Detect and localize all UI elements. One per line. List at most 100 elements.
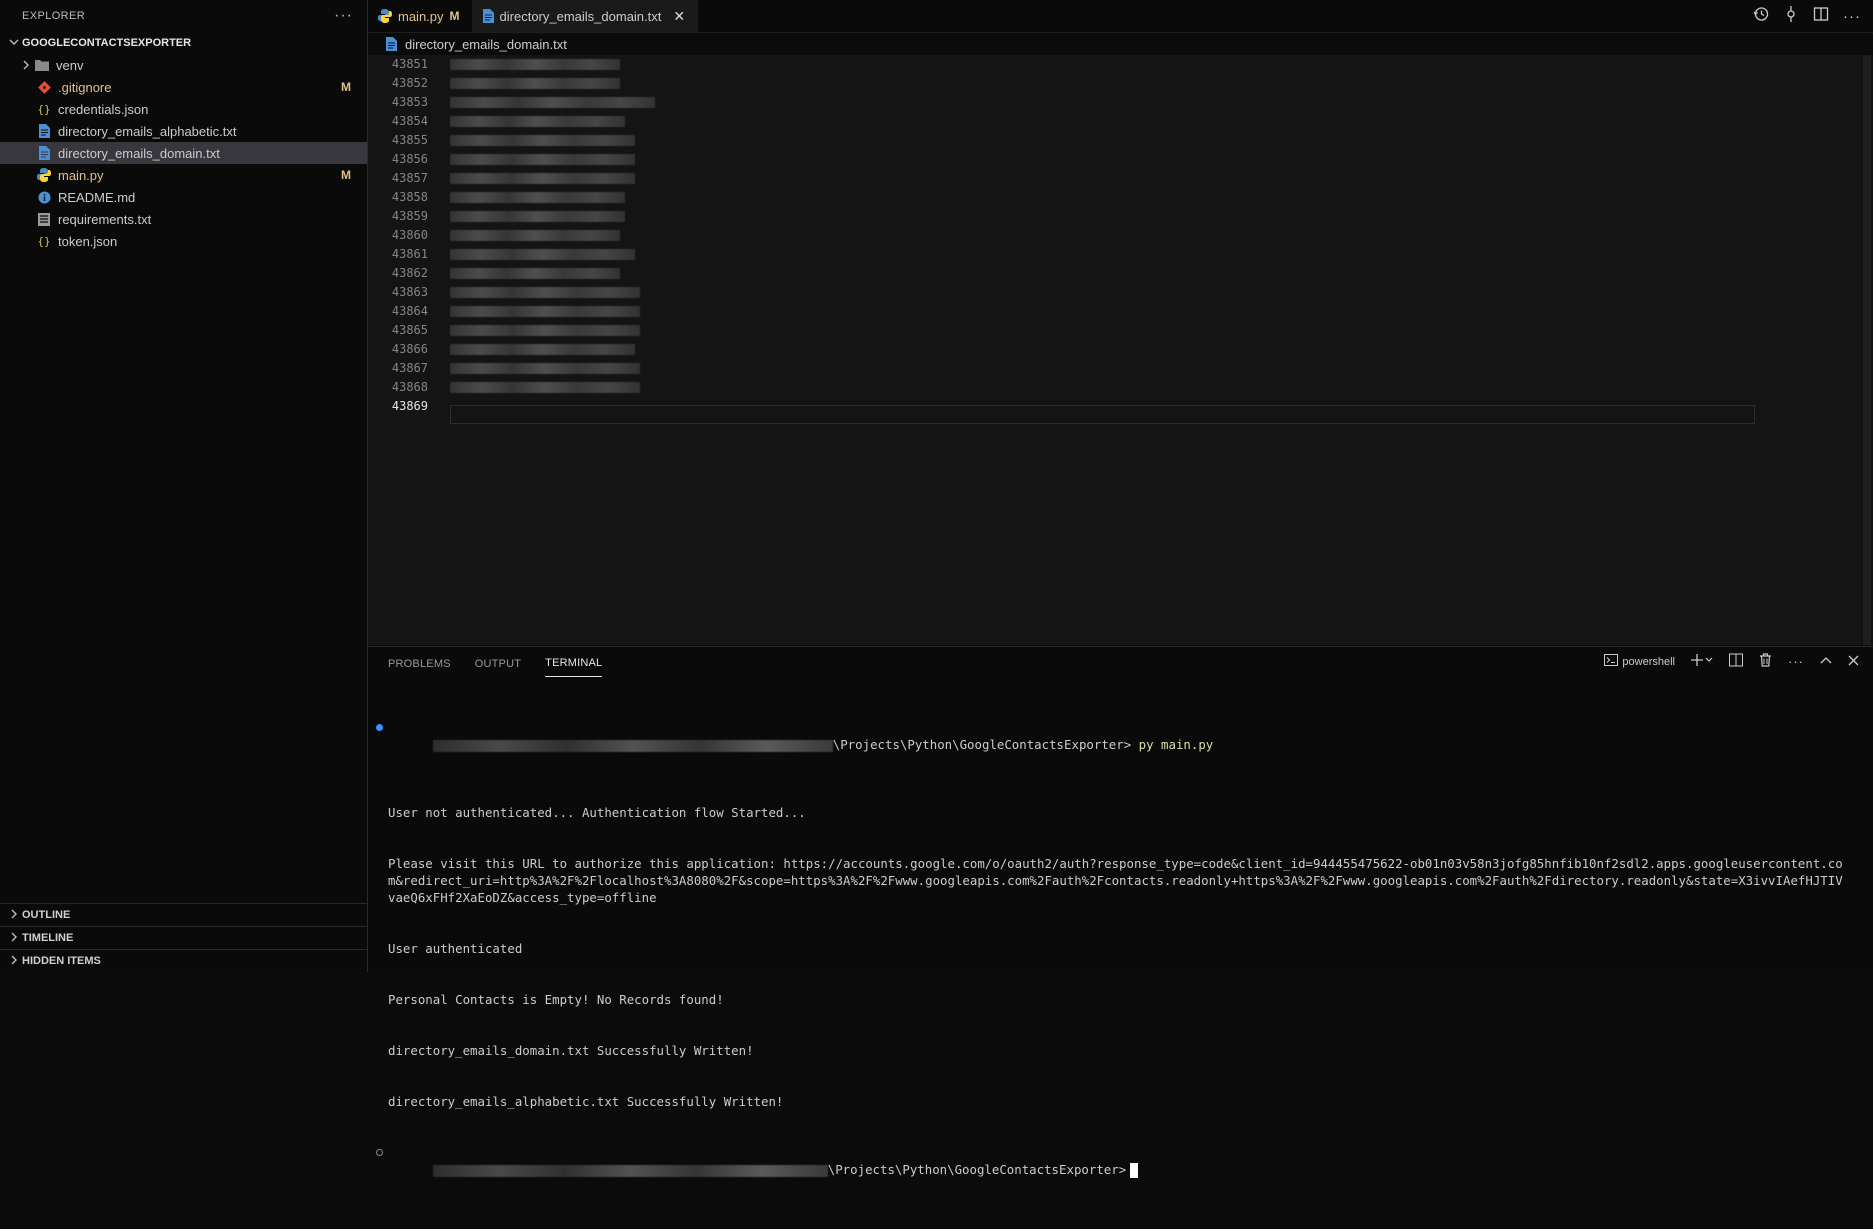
file-tree: venv .gitignore M {} credentials.json di… bbox=[0, 54, 367, 252]
line-number: 43852 bbox=[391, 76, 428, 90]
code-line bbox=[450, 150, 1873, 169]
redacted-text bbox=[450, 382, 640, 393]
terminal-output-line: directory_emails_alphabetic.txt Successf… bbox=[388, 1094, 784, 1109]
redacted-text bbox=[450, 363, 640, 374]
redacted-path bbox=[432, 739, 833, 752]
tab-main-py[interactable]: main.py M bbox=[368, 0, 473, 32]
line-number: 43865 bbox=[391, 323, 428, 337]
line-number: 43863 bbox=[391, 285, 428, 299]
bottom-panel: PROBLEMS OUTPUT TERMINAL powershell ··· bbox=[368, 646, 1873, 1178]
new-terminal-icon[interactable] bbox=[1691, 654, 1713, 669]
panel-actions: powershell ··· bbox=[1604, 653, 1859, 670]
tree-item-directory-alphabetic[interactable]: directory_emails_alphabetic.txt bbox=[0, 120, 367, 142]
terminal-prompt-line: \Projects\Python\GoogleContactsExporter> bbox=[376, 1144, 1849, 1195]
close-panel-icon[interactable] bbox=[1848, 654, 1859, 669]
command-status-dot bbox=[376, 724, 383, 731]
tree-item-requirements[interactable]: requirements.txt bbox=[0, 208, 367, 230]
section-timeline[interactable]: TIMELINE bbox=[0, 926, 367, 949]
tree-item-credentials[interactable]: {} credentials.json bbox=[0, 98, 367, 120]
command-status-dot bbox=[376, 1149, 383, 1156]
json-icon: {} bbox=[37, 102, 51, 116]
code-line bbox=[450, 112, 1873, 131]
split-editor-icon[interactable] bbox=[1813, 6, 1829, 26]
list-file-icon bbox=[36, 211, 52, 227]
line-number: 43860 bbox=[391, 228, 428, 242]
maximize-panel-icon[interactable] bbox=[1820, 654, 1832, 669]
scrollbar-thumb[interactable] bbox=[1863, 55, 1871, 645]
tree-item-label: venv bbox=[56, 57, 84, 73]
more-actions-icon[interactable]: ··· bbox=[334, 7, 353, 25]
redacted-text bbox=[450, 344, 635, 355]
more-actions-icon[interactable]: ··· bbox=[1843, 8, 1861, 25]
line-number: 43858 bbox=[391, 190, 428, 204]
section-outline[interactable]: OUTLINE bbox=[0, 903, 367, 926]
tab-terminal[interactable]: TERMINAL bbox=[545, 657, 603, 677]
python-icon bbox=[36, 167, 52, 183]
section-label: HIDDEN ITEMS bbox=[22, 955, 101, 967]
code-line bbox=[450, 207, 1873, 226]
redacted-text bbox=[450, 78, 620, 89]
line-number: 43854 bbox=[391, 114, 428, 128]
explorer-title: EXPLORER bbox=[22, 10, 86, 22]
git-commit-icon[interactable] bbox=[1783, 6, 1799, 26]
redacted-text bbox=[450, 211, 625, 222]
editor-area[interactable]: 43851 43852 43853 43854 43855 43856 43857 43858… bbox=[368, 55, 1873, 645]
tree-item-directory-domain[interactable]: directory_emails_domain.txt bbox=[0, 142, 367, 164]
tree-item-label: directory_emails_domain.txt bbox=[58, 145, 220, 161]
project-folder-header[interactable]: GOOGLECONTACTSEXPORTER bbox=[0, 32, 367, 54]
line-number: 43861 bbox=[391, 247, 428, 261]
prompt-path: \Projects\Python\GoogleContactsExporter> bbox=[832, 737, 1132, 752]
code-line bbox=[450, 131, 1873, 150]
tree-item-readme[interactable]: README.md bbox=[0, 186, 367, 208]
breadcrumb[interactable]: directory_emails_domain.txt bbox=[368, 33, 1873, 55]
terminal-output-line: directory_emails_domain.txt Successfully… bbox=[388, 1043, 754, 1058]
chevron-down-icon bbox=[6, 37, 22, 50]
tree-item-gitignore[interactable]: .gitignore M bbox=[0, 76, 367, 98]
close-icon[interactable]: ✕ bbox=[673, 8, 685, 25]
tab-problems[interactable]: PROBLEMS bbox=[388, 658, 451, 677]
history-icon[interactable] bbox=[1753, 6, 1769, 26]
redacted-text bbox=[450, 59, 620, 70]
line-number: 43856 bbox=[391, 152, 428, 166]
tree-item-label: README.md bbox=[58, 189, 136, 205]
tab-output[interactable]: OUTPUT bbox=[475, 658, 521, 677]
json-icon: {} bbox=[37, 234, 51, 248]
trash-icon[interactable] bbox=[1759, 653, 1772, 670]
sidebar-sections: OUTLINE TIMELINE HIDDEN ITEMS bbox=[0, 903, 367, 972]
code-line bbox=[450, 74, 1873, 93]
terminal-prompt-line: \Projects\Python\GoogleContactsExporter>… bbox=[376, 719, 1849, 770]
tree-item-main-py[interactable]: main.py M bbox=[0, 164, 367, 186]
terminal-shell-selector[interactable]: powershell bbox=[1604, 654, 1675, 669]
tree-item-label: credentials.json bbox=[58, 101, 149, 117]
tree-item-venv[interactable]: venv bbox=[0, 54, 367, 76]
python-icon bbox=[378, 9, 392, 23]
code-content bbox=[450, 55, 1873, 416]
more-actions-icon[interactable]: ··· bbox=[1788, 654, 1804, 669]
tab-directory-emails-domain[interactable]: directory_emails_domain.txt ✕ bbox=[472, 0, 699, 32]
current-line-highlight bbox=[450, 405, 1755, 424]
code-line bbox=[450, 169, 1873, 188]
redacted-path bbox=[432, 1164, 828, 1177]
editor-scrollbar[interactable] bbox=[1861, 55, 1873, 645]
code-line bbox=[450, 340, 1873, 359]
folder-icon bbox=[34, 57, 50, 73]
text-file-icon bbox=[36, 145, 52, 161]
tree-item-label: token.json bbox=[58, 233, 118, 249]
line-number: 43855 bbox=[391, 133, 428, 147]
terminal-output-line: Please visit this URL to authorize this … bbox=[388, 856, 1843, 905]
section-hidden-items[interactable]: HIDDEN ITEMS bbox=[0, 949, 367, 972]
section-label: TIMELINE bbox=[22, 932, 74, 944]
editor-tab-bar: main.py M directory_emails_domain.txt ✕ … bbox=[368, 0, 1873, 33]
code-line bbox=[450, 378, 1873, 397]
terminal-output-line: User not authenticated... Authentication… bbox=[388, 805, 806, 820]
line-number: 43851 bbox=[391, 57, 428, 71]
redacted-text bbox=[450, 325, 640, 336]
line-number: 43862 bbox=[391, 266, 428, 280]
code-line bbox=[450, 264, 1873, 283]
terminal-output[interactable]: \Projects\Python\GoogleContactsExporter>… bbox=[376, 685, 1849, 1229]
split-terminal-icon[interactable] bbox=[1729, 653, 1743, 670]
tree-item-token[interactable]: {} token.json bbox=[0, 230, 367, 252]
line-number-gutter: 43851 43852 43853 43854 43855 43856 43857 43858… bbox=[368, 55, 428, 416]
code-line bbox=[450, 359, 1873, 378]
line-number: 43857 bbox=[391, 171, 428, 185]
